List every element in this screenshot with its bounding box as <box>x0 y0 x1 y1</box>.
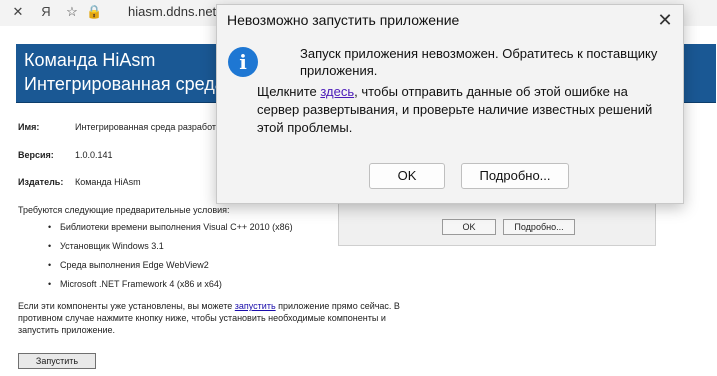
dialog-title: Невозможно запустить приложение <box>227 12 460 28</box>
list-item: Microsoft .NET Framework 4 (x86 и x64) <box>48 279 293 298</box>
publisher-label: Издатель: <box>18 177 64 187</box>
version-value: 1.0.0.141 <box>75 150 113 160</box>
note-text-start: Если эти компоненты уже установлены, вы … <box>18 301 235 311</box>
yandex-icon[interactable]: Я <box>38 4 54 20</box>
banner-title: Команда HiAsm <box>24 50 156 70</box>
name-label: Имя: <box>18 122 40 132</box>
dialog-message: Запуск приложения невозможен. Обратитесь… <box>300 46 658 78</box>
star-icon[interactable]: ☆ <box>64 4 80 20</box>
list-item: Среда выполнения Edge WebView2 <box>48 260 293 279</box>
background-ok-button[interactable]: OK <box>442 219 496 235</box>
install-note: Если эти компоненты уже установлены, вы … <box>18 300 408 336</box>
details-button[interactable]: Подробно... <box>461 163 569 189</box>
list-item: Установщик Windows 3.1 <box>48 241 293 260</box>
version-label: Версия: <box>18 150 54 160</box>
name-value: Интегрированная среда разработ <box>75 122 216 132</box>
lock-icon: 🔒 <box>86 4 103 19</box>
run-button[interactable]: Запустить <box>18 353 96 369</box>
background-details-button[interactable]: Подробно... <box>503 219 575 235</box>
here-link[interactable]: здесь <box>320 84 354 99</box>
ok-button[interactable]: OK <box>369 163 445 189</box>
close-icon[interactable]: ✕ <box>10 4 26 20</box>
info-icon: i <box>228 47 258 77</box>
publisher-value: Команда HiAsm <box>75 177 141 187</box>
banner-subtitle: Интегрированная среда <box>24 74 225 94</box>
prereq-heading: Требуются следующие предварительные усло… <box>18 205 230 215</box>
prereq-list: Библиотеки времени выполнения Visual C++… <box>48 222 293 298</box>
close-icon[interactable]: ✕ <box>653 8 677 32</box>
dialog-message-details: Щелкните здесь, чтобы отправить данные о… <box>257 83 667 137</box>
message-text-start: Щелкните <box>257 84 321 99</box>
error-dialog: Невозможно запустить приложение ✕ i Запу… <box>216 4 684 204</box>
list-item: Библиотеки времени выполнения Visual C++… <box>48 222 293 241</box>
launch-link[interactable]: запустить <box>235 301 276 311</box>
address-bar-url[interactable]: hiasm.ddns.net <box>128 4 216 19</box>
